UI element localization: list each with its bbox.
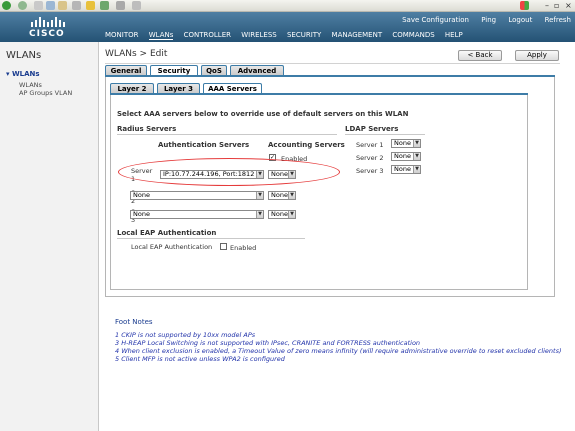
radius-server-3-acct-value: None	[271, 210, 288, 218]
acct-servers-header: Accounting Servers	[268, 141, 345, 149]
ldap-server-3-label: Server 3	[356, 167, 384, 175]
sidebar: WLANs ▾ WLANs WLANs AP Groups VLAN	[0, 42, 99, 431]
ldap-servers-title: LDAP Servers	[345, 125, 399, 133]
footnote-5: 5 Client MFP is not active unless WPA2 i…	[115, 355, 285, 363]
local-eap-label: Local EAP Authentication	[131, 243, 213, 251]
close-icon[interactable]: ×	[565, 1, 572, 10]
radius-server-2-acct-value: None	[271, 191, 288, 199]
save-configuration-link[interactable]: Save Configuration	[402, 16, 469, 24]
apply-button[interactable]: Apply	[515, 50, 559, 61]
local-eap-title: Local EAP Authentication	[117, 229, 217, 237]
dropdown-arrow-icon: ▼	[413, 140, 420, 147]
sidebar-title: WLANs	[6, 50, 42, 61]
radius-server-3-auth-value: None	[133, 210, 150, 218]
restore-icon[interactable]: ▫	[554, 1, 559, 10]
print-icon[interactable]	[132, 1, 141, 10]
local-eap-divider	[117, 238, 305, 239]
radius-servers-title: Radius Servers	[117, 125, 177, 133]
stop-icon[interactable]	[34, 1, 43, 10]
ldap-server-3-select[interactable]: None ▼	[391, 165, 421, 174]
aaa-intro-text: Select AAA servers below to override use…	[117, 110, 409, 118]
nav-wlans[interactable]: WLANs	[148, 31, 174, 40]
back-button[interactable]: < Back	[458, 50, 502, 61]
footnote-1: 1 CKIP is not supported by 10xx model AP…	[115, 331, 256, 339]
nav-help[interactable]: HELP	[445, 31, 463, 39]
ldap-server-1-value: None	[394, 139, 411, 147]
home-icon[interactable]	[58, 1, 67, 10]
nav-wireless[interactable]: WIRELESS	[241, 31, 276, 39]
dropdown-arrow-icon: ▼	[413, 153, 420, 160]
browser-toolbar: – ▫ ×	[0, 0, 575, 12]
nav-monitor[interactable]: MONITOR	[105, 31, 139, 39]
windows-flag-icon	[520, 1, 529, 10]
minimize-icon[interactable]: –	[545, 1, 549, 10]
back-icon[interactable]	[2, 1, 11, 10]
sidebar-section-label: WLANs	[11, 70, 40, 78]
footnote-3: 3 H-REAP Local Switching is not supporte…	[115, 339, 421, 347]
local-eap-enabled-label: Enabled	[230, 244, 257, 252]
dropdown-arrow-icon: ▼	[413, 166, 420, 173]
radius-divider	[117, 134, 337, 135]
mail-icon[interactable]	[116, 1, 125, 10]
ldap-server-1-label: Server 1	[356, 141, 384, 149]
refresh-link[interactable]: Refresh	[545, 16, 571, 24]
nav-management[interactable]: MANAGEMENT	[332, 31, 383, 39]
ldap-server-3-value: None	[394, 165, 411, 173]
radius-server-2-auth-value: None	[133, 191, 150, 199]
ldap-server-2-value: None	[394, 152, 411, 160]
footnotes-title: Foot Notes	[115, 318, 153, 326]
app-header: CISCO Save Configuration Ping Logout Ref…	[0, 12, 575, 42]
favorites-icon[interactable]	[86, 1, 95, 10]
dropdown-arrow-icon: ▼	[256, 211, 263, 218]
forward-icon[interactable]	[18, 1, 27, 10]
footnote-4: 4 When client exclusion is enabled, a Ti…	[115, 347, 562, 355]
refresh-icon[interactable]	[46, 1, 55, 10]
ldap-server-2-select[interactable]: None ▼	[391, 152, 421, 161]
radius-server-3-auth-select[interactable]: None ▼	[130, 210, 264, 219]
ldap-server-2-label: Server 2	[356, 154, 384, 162]
search-icon[interactable]	[72, 1, 81, 10]
top-links: Save Configuration Ping Logout Refresh	[392, 16, 571, 24]
cisco-logo-icon	[31, 17, 65, 27]
ping-link[interactable]: Ping	[481, 16, 496, 24]
radius-server-2-acct-select[interactable]: None ▼	[268, 191, 296, 200]
nav-security[interactable]: SECURITY	[287, 31, 321, 39]
dropdown-arrow-icon: ▼	[288, 211, 295, 218]
nav-commands[interactable]: COMMANDS	[392, 31, 434, 39]
history-icon[interactable]	[100, 1, 109, 10]
logout-link[interactable]: Logout	[508, 16, 532, 24]
main-nav: MONITOR WLANs CONTROLLER WIRELESS SECURI…	[105, 31, 471, 40]
page-title: WLANs > Edit	[105, 49, 168, 59]
radius-server-2-auth-select[interactable]: None ▼	[130, 191, 264, 200]
dropdown-arrow-icon: ▼	[288, 192, 295, 199]
highlight-ellipse	[118, 158, 340, 186]
local-eap-enabled-checkbox[interactable]	[220, 243, 227, 250]
radius-server-3-acct-select[interactable]: None ▼	[268, 210, 296, 219]
auth-servers-header: Authentication Servers	[158, 141, 250, 149]
nav-controller[interactable]: CONTROLLER	[184, 31, 231, 39]
sidebar-section-wlans[interactable]: ▾ WLANs	[6, 70, 40, 78]
ldap-server-1-select[interactable]: None ▼	[391, 139, 421, 148]
title-divider	[105, 63, 560, 64]
sidebar-item-wlans[interactable]: WLANs	[19, 81, 42, 89]
cisco-logo-text: CISCO	[29, 29, 65, 39]
dropdown-arrow-icon: ▼	[256, 192, 263, 199]
sidebar-item-ap-groups-vlan[interactable]: AP Groups VLAN	[19, 89, 72, 97]
ldap-divider	[345, 134, 425, 135]
